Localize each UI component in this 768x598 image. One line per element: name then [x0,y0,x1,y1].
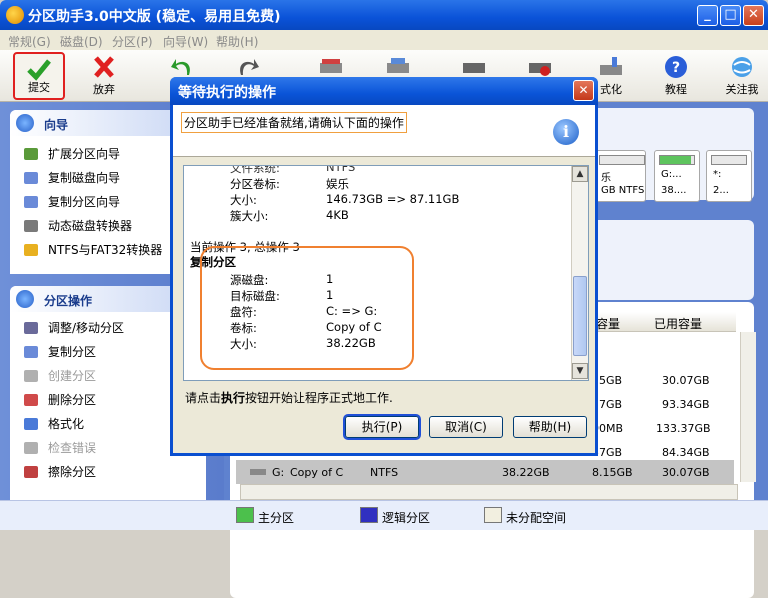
help-button[interactable]: 帮助(H) [513,416,587,438]
op1-value: 146.73GB => 87.11GB [326,192,460,206]
legend-bar: 主分区 逻辑分区 未分配空间 [0,500,768,530]
disk-copy-icon [387,58,409,73]
discard-label: 放弃 [93,83,115,96]
table-vscroll[interactable] [740,332,756,482]
delete-icon [24,394,38,406]
discard-button[interactable]: 放弃 [78,52,130,100]
format-brush-icon [600,57,622,75]
close-button[interactable]: ✕ [743,5,764,26]
dynamic-disk-icon [24,220,38,232]
op1-value: 4KB [326,208,349,222]
op1-label: 簇大小: [230,209,269,223]
dialog-message: 分区助手已经准备就绪,请确认下面的操作 [181,112,407,133]
menu-bar: 常规(G) 磁盘(D) 分区(P) 向导(W) 帮助(H) [0,30,768,50]
copy-disk-icon [24,172,38,184]
drive-icon [250,469,266,475]
execute-button[interactable]: 执行(P) [345,416,419,438]
scroll-thumb[interactable] [573,276,587,356]
op-partial-label: 文件系统: [230,165,280,175]
format-icon [24,418,38,430]
menu-disk[interactable]: 磁盘(D) [60,33,103,50]
window-title: 分区助手3.0中文版 (稳定、易用且免费) [28,9,281,25]
follow-button[interactable]: 关注我 [716,52,768,100]
dialog-close-button[interactable]: ✕ [573,80,594,101]
undo-icon [171,59,190,75]
create-icon [24,370,38,382]
follow-label: 关注我 [725,83,759,96]
svg-text:?: ? [672,60,680,76]
app-icon [6,6,24,24]
cancel-button[interactable]: 取消(C) [429,416,503,438]
maximize-button[interactable]: □ [720,5,741,26]
legend-primary: 主分区 [258,511,295,525]
operations-scrollbar[interactable]: ▲ ▼ [571,166,588,380]
wizard-icon [16,114,34,132]
legend-unallocated-swatch [484,507,502,523]
tutorial-label: 教程 [665,83,687,96]
check-icon [24,442,38,454]
op1-value: 娱乐 [326,177,349,191]
commit-label: 提交 [28,81,50,94]
legend-logical: 逻辑分区 [382,511,431,525]
legend-unallocated: 未分配空间 [506,511,567,525]
wipe-icon [24,466,38,478]
table-row-selected[interactable]: G: Copy of C NTFS 38.22GB 8.15GB 30.07GB [236,460,734,484]
redo-icon [240,59,259,75]
resize-icon [24,322,38,334]
disk-tile-1[interactable]: 乐 GB NTFS [594,150,646,202]
globe-icon [732,57,752,77]
checkmark-icon [27,59,51,81]
partition-ops-title: 分区操作 [44,294,93,308]
table-hscroll[interactable] [240,484,738,500]
menu-wizard[interactable]: 向导(W) [163,33,208,50]
dialog-title-bar: 等待执行的操作 ✕ [170,77,598,105]
op1-label: 分区卷标: [230,177,280,191]
menu-partition[interactable]: 分区(P) [112,33,153,50]
legend-logical-swatch [360,507,378,523]
commit-button[interactable]: 提交 [13,52,65,100]
partition-ops-icon [16,290,34,308]
disk-delete-icon [529,63,551,76]
copy-partition-icon [24,196,38,208]
minimize-button[interactable]: _ [697,5,718,26]
pending-operations-dialog: 等待执行的操作 ✕ 分区助手已经准备就绪,请确认下面的操作 i 文件系统: NT… [170,77,598,456]
operations-list: 文件系统: NTFS 分区卷标: 娱乐 大小: 146.73GB => 87.1… [183,165,589,381]
title-bar: 分区助手3.0中文版 (稳定、易用且免费) _ □ ✕ [0,0,768,30]
menu-help[interactable]: 帮助(H) [216,33,258,50]
extend-partition-icon [24,148,38,160]
disk-create-icon [463,63,485,73]
scroll-down-icon[interactable]: ▼ [572,363,588,379]
scroll-up-icon[interactable]: ▲ [572,166,588,182]
x-icon [94,56,114,78]
op-partial-value: NTFS [326,165,356,174]
disk-tile-3[interactable]: *: 2... [706,150,752,202]
tutorial-button[interactable]: ? 教程 [650,52,702,100]
help-circle-icon: ? [665,56,687,78]
dialog-header: 分区助手已经准备就绪,请确认下面的操作 i [173,105,595,157]
op-item-wipe[interactable]: 擦除分区 [10,460,206,484]
col-used[interactable]: 已用容量 [654,315,702,332]
info-icon: i [553,119,579,145]
col-capacity[interactable]: 容量 [596,315,620,332]
op1-label: 大小: [230,193,257,207]
dialog-title: 等待执行的操作 [178,85,276,101]
wizard-title: 向导 [44,118,69,132]
menu-general[interactable]: 常规(G) [8,33,51,50]
copy-icon [24,346,38,358]
disk-tile-2[interactable]: G:... 38.... [654,150,700,202]
convert-icon [24,244,38,256]
disk-resize-icon [320,59,342,73]
legend-primary-swatch [236,507,254,523]
dialog-footer-text: 请点击执行按钮开始让程序正式地工作. [185,391,393,405]
highlight-outline [200,246,414,370]
